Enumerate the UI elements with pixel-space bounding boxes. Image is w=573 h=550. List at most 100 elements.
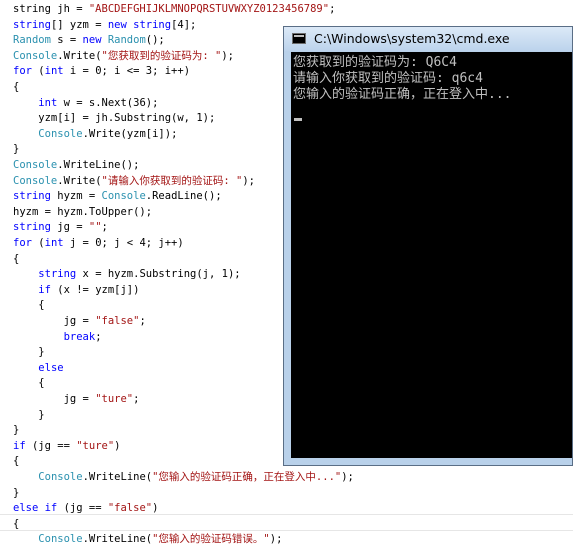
code-token: } <box>13 346 45 359</box>
code-token: } <box>13 408 45 421</box>
code-line: jg = "false"; <box>13 314 146 330</box>
code-line: { <box>13 298 44 314</box>
console-output-line: 您获取到的验证码为: Q6C4 <box>293 55 457 70</box>
code-token: else if <box>13 502 58 515</box>
code-token: string jh = <box>13 3 89 15</box>
code-token: Console <box>38 471 83 483</box>
code-token: ( <box>31 65 45 78</box>
code-line: { <box>13 454 19 470</box>
code-token: jg = <box>13 315 96 327</box>
code-token: break <box>63 330 96 343</box>
code-token: Random <box>13 34 51 47</box>
code-line: Console.WriteLine("您输入的验证码错误。"); <box>13 532 282 548</box>
code-token: w = s.Next(36); <box>57 96 159 109</box>
code-token: ; <box>329 3 336 15</box>
code-token: int <box>44 65 64 78</box>
code-token: .ReadLine(); <box>145 190 222 203</box>
code-token: "请输入你获取到的验证码: " <box>101 174 243 187</box>
code-token: { <box>13 81 20 93</box>
console-titlebar[interactable]: C:\Windows\system32\cmd.exe <box>284 27 572 51</box>
code-token: ); <box>221 49 234 62</box>
code-token: { <box>13 455 20 468</box>
code-token: } <box>13 143 20 156</box>
code-line: jg = "ture"; <box>13 392 140 408</box>
code-token: string <box>13 221 51 234</box>
code-token: "false" <box>95 315 140 327</box>
code-line: { <box>13 80 19 96</box>
code-token: hyzm = hyzm.ToUpper(); <box>13 205 153 218</box>
code-line: string x = hyzm.Substring(j, 1); <box>13 267 241 283</box>
code-token: "false" <box>107 502 153 515</box>
code-token: [] yzm = <box>50 18 108 31</box>
code-token: jg = <box>50 221 89 234</box>
code-token: { <box>13 517 20 530</box>
code-token: string <box>13 18 51 31</box>
code-token: } <box>13 424 20 437</box>
code-token: for <box>13 237 32 249</box>
code-token: (); <box>145 34 165 47</box>
code-token: ; <box>95 330 102 343</box>
code-line: } <box>13 423 19 439</box>
code-token: Random <box>107 34 146 47</box>
code-line: string hyzm = Console.ReadLine(); <box>13 189 222 205</box>
code-token: string <box>13 190 51 203</box>
console-caret <box>294 118 302 121</box>
code-token: yzm[i] = jh.Substring(w, 1); <box>13 112 216 125</box>
code-token: (jg == <box>57 502 108 515</box>
code-line: } <box>13 142 19 158</box>
code-token: (x != yzm[j]) <box>50 283 140 296</box>
code-token: hyzm = <box>50 190 102 203</box>
code-token: Console <box>38 533 83 546</box>
code-token: x = hyzm.Substring(j, 1); <box>76 268 241 281</box>
code-token: "ture" <box>95 393 134 405</box>
code-line: { <box>13 252 19 268</box>
code-token: int <box>38 96 58 109</box>
code-line: else <box>13 361 63 377</box>
code-token: s = <box>50 34 83 47</box>
code-line: string jh = "ABCDEFGHIJKLMNOPQRSTUVWXYZ0… <box>13 2 335 18</box>
code-token: .Write( <box>57 49 102 62</box>
code-token: "您输入的验证码正确，正在登入中..." <box>152 471 342 483</box>
code-token: for <box>13 65 32 78</box>
code-token: ; <box>133 393 140 405</box>
code-line: hyzm = hyzm.ToUpper(); <box>13 205 152 221</box>
code-line: if (jg == "ture") <box>13 439 121 455</box>
code-line: } <box>13 408 45 424</box>
code-token: Console <box>13 174 58 187</box>
code-token: if <box>38 283 51 296</box>
console-title: C:\Windows\system32\cmd.exe <box>314 31 510 46</box>
code-token: ) <box>114 439 121 452</box>
code-token: .WriteLine( <box>82 471 153 483</box>
console-icon <box>292 33 306 44</box>
code-line: } <box>13 486 19 502</box>
code-token: ( <box>31 237 45 249</box>
code-token: ; <box>101 221 108 234</box>
console-window[interactable]: C:\Windows\system32\cmd.exe 您获取到的验证码为: Q… <box>283 26 573 466</box>
code-line: string jg = ""; <box>13 220 108 236</box>
code-token: "您获取到的验证码为: " <box>101 49 222 62</box>
code-line: Console.Write(yzm[i]); <box>13 127 177 143</box>
code-line: for (int j = 0; j < 4; j++) <box>13 236 184 252</box>
console-screen[interactable]: 您获取到的验证码为: Q6C4 请输入你获取到的验证码: q6c4 您输入的验证… <box>291 52 572 458</box>
code-line: Console.WriteLine(); <box>13 158 139 174</box>
code-line: int w = s.Next(36); <box>13 96 158 112</box>
code-token: string <box>38 268 77 281</box>
code-token: [4]; <box>171 18 197 31</box>
code-line: { <box>13 517 19 533</box>
code-token: Console <box>13 159 58 171</box>
code-token: new string <box>107 18 172 31</box>
code-token: "" <box>88 221 102 234</box>
code-token: "ABCDEFGHIJKLMNOPQRSTUVWXYZ0123456789" <box>88 3 330 15</box>
code-token: jg = <box>13 393 96 405</box>
code-token: new <box>82 34 108 47</box>
code-token: ); <box>269 533 283 546</box>
code-line: Console.WriteLine("您输入的验证码正确，正在登入中..."); <box>13 470 354 486</box>
code-token: } <box>13 486 20 499</box>
